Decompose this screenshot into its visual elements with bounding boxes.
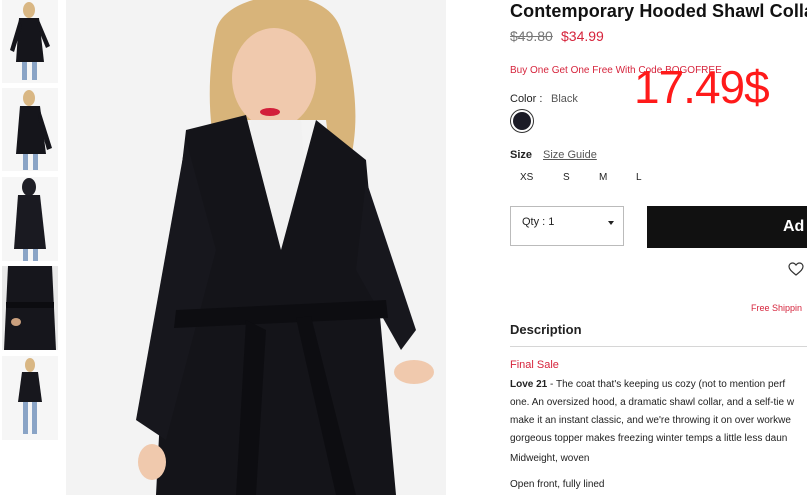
swatch-fill <box>513 112 531 130</box>
thumbnail-3-image <box>2 177 58 261</box>
description-line-2: one. An oversized hood, a dramatic shawl… <box>510 397 795 408</box>
thumbnail-4[interactable] <box>2 266 58 350</box>
product-info-panel: Contemporary Hooded Shawl Colla $49.80 $… <box>510 0 807 495</box>
size-option-xs[interactable]: XS <box>520 172 533 183</box>
thumbnail-1-image <box>2 0 58 83</box>
thumbnail-2[interactable] <box>2 88 58 171</box>
quantity-select[interactable]: Qty : 1 <box>510 206 624 246</box>
thumbnail-1[interactable] <box>2 0 58 83</box>
final-sale-label: Final Sale <box>510 359 559 371</box>
description-line-1: Love 21 - The coat that's keeping us coz… <box>510 376 807 394</box>
free-shipping-text: Free Shippin <box>751 303 803 313</box>
description-text: Love 21 - The coat that's keeping us coz… <box>510 376 807 448</box>
product-title: Contemporary Hooded Shawl Colla <box>510 1 807 21</box>
heart-icon-svg <box>788 262 804 276</box>
thumbnail-2-image <box>2 88 58 171</box>
color-swatch-black[interactable] <box>510 109 534 133</box>
color-value: Black <box>551 93 578 105</box>
main-product-image[interactable] <box>66 0 446 495</box>
description-line-4: gorgeous topper makes freezing winter te… <box>510 433 788 444</box>
thumbnail-5[interactable] <box>2 356 58 440</box>
overlay-price-annotation: 17.49$ <box>634 61 770 113</box>
size-option-m[interactable]: M <box>599 172 607 183</box>
color-label: Color : <box>510 93 543 105</box>
size-option-s[interactable]: S <box>563 172 570 183</box>
thumbnail-3[interactable] <box>2 177 58 261</box>
main-product-image-svg <box>66 0 446 495</box>
add-to-bag-label: Ad <box>783 218 805 235</box>
description-line-1-text: - The coat that's keeping us cozy (not t… <box>547 379 786 390</box>
thumbnail-list <box>0 0 60 495</box>
size-label: Size <box>510 149 533 161</box>
description-heading: Description <box>510 322 582 337</box>
description-detail-weight: Midweight, woven <box>510 453 590 464</box>
sale-price: $34.99 <box>561 28 604 44</box>
size-option-l[interactable]: L <box>636 172 642 183</box>
divider <box>510 346 807 347</box>
quantity-label: Qty : 1 <box>522 216 555 228</box>
heart-icon[interactable] <box>788 262 804 276</box>
add-to-bag-button[interactable]: Ad <box>647 206 807 248</box>
brand-name: Love 21 <box>510 379 548 390</box>
thumbnail-4-image <box>2 266 58 350</box>
size-guide-link[interactable]: Size Guide <box>543 149 597 161</box>
chevron-down-icon <box>608 221 614 225</box>
description-detail-front: Open front, fully lined <box>510 479 605 490</box>
thumbnail-5-image <box>2 356 58 440</box>
description-line-3: make it an instant classic, and we're th… <box>510 415 791 426</box>
original-price: $49.80 <box>510 28 553 44</box>
